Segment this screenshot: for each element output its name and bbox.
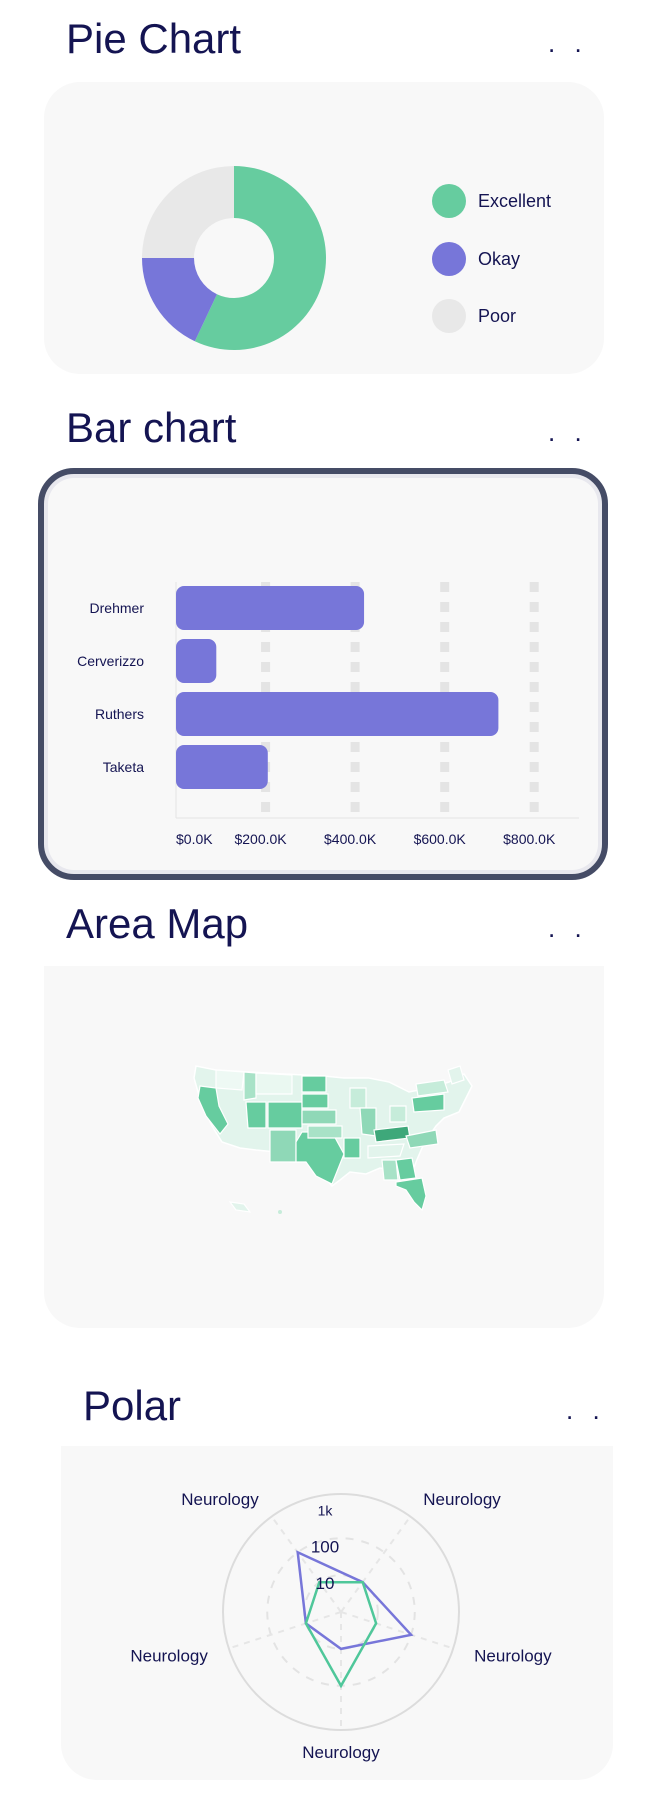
legend-item-excellent[interactable]: Excellent [432, 184, 551, 218]
state-tennessee[interactable] [367, 1143, 405, 1159]
bar-category-label: Cerverizzo [77, 653, 144, 669]
state-utah[interactable] [245, 1101, 267, 1129]
state-south-dakota[interactable] [301, 1093, 329, 1109]
state-florida[interactable] [395, 1177, 427, 1212]
area-map-title: Area Map [66, 900, 249, 947]
state-alabama[interactable] [381, 1159, 399, 1181]
polar-radial-label: 100 [311, 1537, 339, 1556]
bar-more-menu[interactable]: . . [548, 419, 588, 445]
legend-label: Okay [478, 248, 521, 269]
state-arkansas[interactable] [343, 1137, 361, 1159]
state-kansas[interactable] [301, 1109, 337, 1125]
pie-chart-card: Excellent Okay Poor [44, 82, 604, 374]
polar-spoke [340, 1611, 454, 1650]
state-colorado[interactable] [267, 1101, 303, 1129]
bar-chart-card[interactable]: Drehmer Cerverizzo Ruthers Taketa $0.0K $200… [38, 468, 608, 880]
map-more-menu[interactable]: . . [548, 915, 588, 941]
bar-x-tick-label: $600.0K [414, 831, 467, 847]
polar-axis-label: Neurology [181, 1490, 259, 1509]
legend-label: Poor [478, 305, 517, 326]
pie-more-menu[interactable]: . . [548, 30, 588, 56]
polar-axis-label: Neurology [302, 1743, 380, 1762]
polar-radial-label: 1k [318, 1502, 334, 1518]
polar-more-menu[interactable]: . . [566, 1397, 606, 1423]
state-oregon[interactable] [215, 1069, 245, 1091]
polar-card: 10 100 1k Neurology Neurology Neurology Neurol… [61, 1446, 613, 1780]
state-north-dakota[interactable] [301, 1075, 327, 1093]
pie-slice-poor[interactable] [142, 166, 234, 258]
state-idaho[interactable] [243, 1071, 257, 1101]
pie-chart-svg [142, 166, 327, 350]
bar-taketa[interactable] [176, 745, 268, 789]
usa-map[interactable] [44, 966, 604, 1328]
polar-axis-label: Neurology [130, 1646, 208, 1665]
legend-item-okay[interactable]: Okay [432, 242, 520, 276]
polar-radial-label: 10 [316, 1574, 335, 1593]
bar-x-tick-label: $200.0K [234, 831, 287, 847]
bar-ruthers[interactable] [176, 692, 499, 736]
legend-dot [432, 299, 466, 333]
bar-category-label: Taketa [103, 759, 144, 775]
pie-chart-title: Pie Chart [66, 15, 242, 62]
polar-axis-label: Neurology [423, 1490, 501, 1509]
state-georgia[interactable] [395, 1157, 417, 1181]
polar-axis-label: Neurology [474, 1646, 552, 1665]
polar-title: Polar [83, 1382, 182, 1429]
bar-x-tick-label: $800.0K [503, 831, 556, 847]
legend-label: Excellent [478, 190, 552, 211]
state-alaska[interactable] [228, 1201, 252, 1213]
bar-drehmer[interactable] [176, 586, 365, 630]
legend-dot [432, 242, 466, 276]
bar-cerverizzo[interactable] [176, 639, 217, 683]
bar-x-tick-label: $0.0K [176, 831, 213, 847]
bar-category-label: Ruthers [95, 706, 144, 722]
legend-item-poor[interactable]: Poor [432, 299, 516, 333]
state-illinois[interactable] [359, 1107, 377, 1137]
polar-series-0[interactable] [296, 1550, 414, 1651]
bar-chart-title: Bar chart [66, 404, 237, 451]
polar-series-1[interactable] [304, 1580, 378, 1689]
bar-chart-svg: Drehmer Cerverizzo Ruthers Taketa $0.0K $200… [77, 582, 579, 847]
state-new-mexico[interactable] [269, 1129, 297, 1163]
state-hawaii[interactable] [278, 1210, 282, 1214]
bar-category-label: Drehmer [90, 600, 145, 616]
state-ohio[interactable] [389, 1105, 407, 1123]
bar-x-tick-label: $400.0K [324, 831, 377, 847]
state-wisconsin[interactable] [349, 1087, 367, 1109]
area-map-card [44, 966, 604, 1328]
legend-dot [432, 184, 466, 218]
state-montana[interactable] [255, 1072, 293, 1095]
polar-spoke [228, 1611, 342, 1650]
polar-chart-svg: 10 100 1k Neurology Neurology Neurology Neurol… [130, 1490, 552, 1762]
state-oklahoma[interactable] [307, 1125, 343, 1139]
